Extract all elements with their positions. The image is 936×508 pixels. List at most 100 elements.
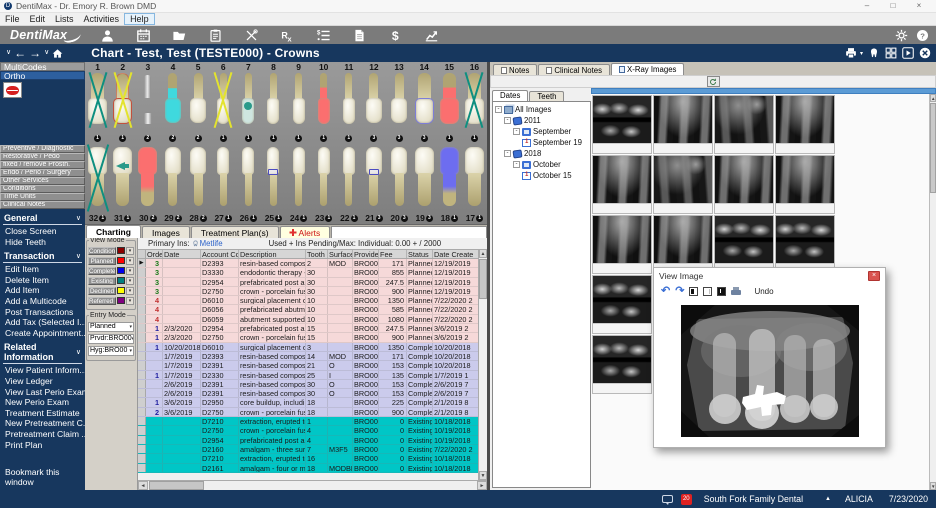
tooth-12[interactable] [361,72,386,135]
tooth-25[interactable] [261,144,286,212]
sidebar-item-treatment-estimate[interactable]: Treatment Estimate [0,408,85,419]
tree-node-october-15[interactable]: October 15 [493,170,590,181]
section-general[interactable]: General∨ [3,213,82,225]
table-row[interactable]: D7210extraction, erupted toot16BRO000Exi… [138,454,478,463]
table-row[interactable]: 2/6/2019D2391resin-based composite -30OB… [138,380,478,389]
section-related-information[interactable]: Related Information∨ [3,342,82,364]
sidebar-item-new-pretreatment-c[interactable]: New Pretreatment C... [0,418,85,429]
column-header-order[interactable]: Order [146,250,163,258]
tooth-number-24[interactable]: 241 [286,212,311,224]
viewmode-referred-out[interactable]: Referred Out [88,297,116,306]
viewmode-declined[interactable]: Declined [88,287,116,296]
tooth-number-16[interactable]: 16 [462,62,487,72]
scroll-left-arrow[interactable]: ◄ [138,481,148,490]
instruments-icon[interactable] [245,29,258,42]
tooth-number-15[interactable]: 15 [437,62,462,72]
column-header-date[interactable]: Date [163,250,201,258]
tooth-3[interactable] [135,72,160,135]
notification-badge[interactable]: 20 [681,494,692,505]
fee-schedule-icon[interactable]: $ [317,29,330,42]
table-row[interactable]: 13/6/2019D2950core buildup, including18B… [138,398,478,407]
tree-node-september[interactable]: -September [493,126,590,137]
scroll-right-arrow[interactable]: ► [477,481,487,490]
tooth-number-3[interactable]: 3 [135,62,160,72]
table-row[interactable]: 3D3330endodontic therapy - m30BRO00855Pl… [138,268,478,277]
viewmode-existing[interactable]: Existing [88,277,116,286]
sidebar-item-add-item[interactable]: Add Item [0,285,85,296]
tooth-number-17[interactable]: 171 [462,212,487,224]
tooth-22[interactable] [336,144,361,212]
print-icon[interactable] [731,287,741,296]
bookmark-window-link[interactable]: Bookmark this window [0,465,85,490]
table-row[interactable]: 23/6/2019D2750crown - porcelain fused18B… [138,408,478,417]
row-selector[interactable] [138,296,146,304]
sidebar-item-print-plan[interactable]: Print Plan [0,440,85,451]
tab-x-ray-images[interactable]: X-Ray Images [611,63,684,75]
menu-edit[interactable]: Edit [25,13,51,25]
tooth-number-28[interactable]: 282 [186,212,211,224]
thumbnails-scrollbar[interactable]: ▲ ▼ [929,94,936,490]
row-selector[interactable] [138,445,146,453]
brightness-icon[interactable] [703,287,712,296]
row-selector[interactable] [138,371,146,379]
tooth-number-13[interactable]: 13 [387,62,412,72]
category-fixed-remove-prosth[interactable]: fixed / remove Prosth. [0,161,85,169]
sidebar-item-delete-item[interactable]: Delete Item [0,275,85,286]
redo-icon[interactable]: ↷ [675,286,684,297]
entrymode-planned[interactable]: Planned▾ [88,322,134,332]
tooth-number-18[interactable]: 181 [437,212,462,224]
dropdown-arrow-icon[interactable]: ▾ [126,297,134,306]
table-row[interactable]: 4D6010surgical placement of in10BRO00135… [138,296,478,305]
tab-alerts[interactable]: Alerts [280,226,331,238]
tooth-6[interactable] [211,72,236,135]
expand-caret-icon[interactable]: ▲ [825,496,831,502]
sidebar-item-pretreatment-claim[interactable]: Pretreatment Claim ... [0,429,85,440]
sidebar-item-close-screen[interactable]: Close Screen [0,226,85,237]
tree-node-all-images[interactable]: -All Images [493,104,590,115]
row-selector[interactable] [138,398,146,406]
row-selector[interactable] [138,333,146,341]
table-row[interactable]: 1/7/2019D2393resin-based composite -14MO… [138,352,478,361]
scroll-down-arrow[interactable]: ▼ [479,471,487,480]
schedule-icon[interactable] [137,29,150,42]
table-row[interactable]: ▶3D2393resin-based composite -2MODBRO001… [138,259,478,268]
invert-left-icon[interactable] [689,287,698,296]
tooth-11[interactable] [336,72,361,135]
smile-icon[interactable] [3,82,22,98]
xray-thumbnail[interactable] [775,95,835,154]
tooth-number-2[interactable]: 2 [110,62,135,72]
sidebar-item-hide-teeth[interactable]: Hide Teeth [0,237,85,248]
table-row[interactable]: 12/3/2020D2750crown - porcelain fused15B… [138,333,478,342]
category-preventive-diagnostic[interactable]: Preventive / Diagnostic [0,145,85,153]
home-icon[interactable] [52,48,63,59]
scrollbar-thumb[interactable] [479,259,487,299]
sidebar-item-create-appointment[interactable]: Create Appointment... [0,328,85,339]
collapse-chevron-icon[interactable]: ∨ [6,48,11,58]
xray-thumbnail[interactable] [714,215,774,274]
reports-icon[interactable] [425,29,438,42]
table-row[interactable]: D7210extraction, erupted toot1BRO000Exis… [138,417,478,426]
tooth-21[interactable] [361,144,386,212]
table-row[interactable]: D2954prefabricated post and4BRO000Existi… [138,436,478,445]
print-dropdown-caret[interactable]: ▾ [860,50,863,57]
tooth-31[interactable] [110,144,135,212]
xray-thumbnail[interactable] [653,215,713,274]
sidebar-item-edit-item[interactable]: Edit Item [0,264,85,275]
rx-icon[interactable]: Rx [281,29,294,42]
row-selector[interactable] [138,464,146,472]
tooth-17[interactable] [462,144,487,212]
sidebar-item-add-tax-selected-i[interactable]: Add Tax (Selected I... [0,317,85,328]
row-selector[interactable] [138,343,146,351]
tooth-number-32[interactable]: 321 [85,212,110,224]
tooth-number-25[interactable]: 251 [261,212,286,224]
settings-gear-icon[interactable] [895,29,907,41]
tooth-number-5[interactable]: 5 [186,62,211,72]
tooth-number-6[interactable]: 6 [211,62,236,72]
payment-icon[interactable]: $ [389,29,402,42]
grid-view-icon[interactable] [885,47,897,59]
tooth-number-22[interactable]: 221 [336,212,361,224]
scroll-up-arrow[interactable]: ▲ [479,249,487,258]
viewmode-completed[interactable]: Completed [88,267,116,276]
scroll-up-arrow[interactable]: ▲ [930,94,936,102]
table-row[interactable]: 2/6/2019D2391resin-based composite -30OB… [138,389,478,398]
